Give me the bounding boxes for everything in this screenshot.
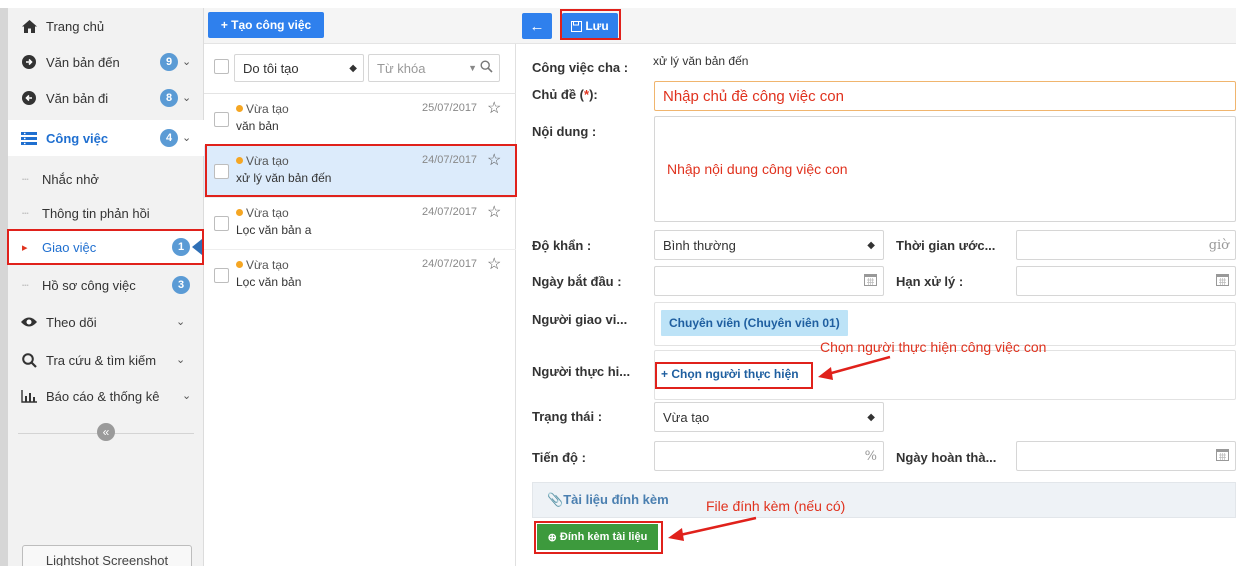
arrow-to-attach bbox=[679, 516, 757, 537]
arrow-to-executor bbox=[827, 355, 891, 376]
arrow-head bbox=[818, 367, 833, 380]
arrow-head bbox=[668, 528, 684, 541]
app-root: Trang chủ Văn bản đến 9 ⌄ Văn bản đi 8 ⌄… bbox=[0, 0, 1236, 566]
annotation-arrows bbox=[668, 355, 891, 541]
